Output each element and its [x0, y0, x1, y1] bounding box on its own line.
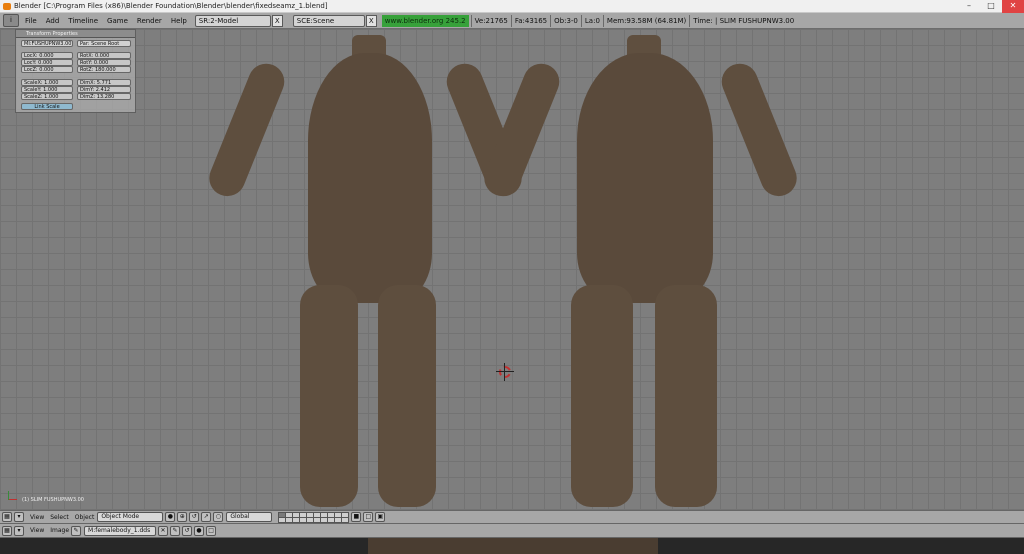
screen-selector: SR:2-Model X: [194, 14, 283, 27]
window-title: Blender [C:\Program Files (x86)\Blender …: [14, 2, 328, 10]
minimize-button[interactable]: –: [958, 0, 980, 13]
stat-objects: Ob:3-0: [550, 14, 581, 27]
panel-title[interactable]: Transform Properties: [16, 30, 135, 38]
rotx-field[interactable]: RotX: 0.000: [77, 52, 131, 59]
info-header: i File Add Timeline Game Render Help SR:…: [0, 13, 1024, 29]
scene-delete-button[interactable]: X: [365, 14, 377, 27]
menu-game[interactable]: Game: [107, 17, 128, 25]
scene-selector: SCE:Scene X: [292, 14, 377, 27]
active-object-label: (1) SLIM FUSHUPNW3.00: [22, 497, 84, 503]
mesh-figure-left[interactable]: [203, 35, 528, 510]
menu-help[interactable]: Help: [171, 17, 187, 25]
link-scale-button[interactable]: Link Scale: [21, 103, 73, 110]
menu-image[interactable]: Image: [50, 527, 69, 534]
blender-url-badge[interactable]: www.blender.org 245.2: [381, 14, 469, 27]
figure-torso: [577, 53, 713, 303]
menu-view[interactable]: View: [30, 514, 44, 521]
menu-timeline[interactable]: Timeline: [68, 17, 98, 25]
axis-gizmo-icon: [6, 490, 18, 502]
window-controls: – □ ✕: [958, 0, 1024, 13]
window-titlebar: Blender [C:\Program Files (x86)\Blender …: [0, 0, 1024, 13]
pivot-icon[interactable]: ⊕: [177, 512, 188, 522]
object-name-field[interactable]: MI:FUSHUPNW3.00: [21, 40, 73, 47]
stat-memory: Mem:93.58M (64.81M): [602, 14, 689, 27]
translate-icon[interactable]: ↗: [201, 512, 212, 522]
figure-leg-left: [571, 285, 633, 507]
blender-app-icon: [3, 3, 11, 10]
menu-add[interactable]: Add: [46, 17, 60, 25]
sync-icon[interactable]: ↺: [182, 525, 193, 536]
image-editor-header: ▦ ▾ View Image ✎ M:femalebody_1.dds ✕ ✎ …: [0, 524, 1024, 538]
roty-field[interactable]: RotY: 0.000: [77, 59, 131, 66]
scene-stats: Ve:21765 Fa:43165 Ob:3-0 La:0 Mem:93.58M…: [470, 14, 798, 27]
lock-icon[interactable]: ■: [351, 512, 362, 522]
main-menu: File Add Timeline Game Render Help: [25, 17, 187, 25]
figure-leg-left: [300, 285, 358, 507]
figure-torso: [308, 53, 432, 303]
parent-field[interactable]: Par: Scene Root: [77, 40, 131, 47]
3d-viewport[interactable]: Transform Properties MI:FUSHUPNW3.00 Par…: [0, 29, 1024, 510]
image-browse-dropdown[interactable]: M:femalebody_1.dds: [84, 525, 157, 536]
maximize-button[interactable]: □: [980, 0, 1002, 13]
stat-faces: Fa:43165: [510, 14, 550, 27]
menu-select[interactable]: Select: [50, 514, 69, 521]
record-icon[interactable]: ●: [194, 525, 205, 536]
scaley-field[interactable]: ScaleY: 1.000: [21, 86, 73, 93]
layer-buttons[interactable]: [278, 511, 350, 523]
image-delete-icon[interactable]: ✕: [158, 525, 169, 536]
texture-preview: [368, 538, 658, 554]
stat-vertices: Ve:21765: [470, 14, 511, 27]
menu-object[interactable]: Object: [75, 514, 95, 521]
figure-arm-left: [203, 58, 290, 202]
collapse-menus-icon[interactable]: ▾: [14, 525, 24, 536]
stat-lamps: La:0: [580, 14, 603, 27]
screen-dropdown[interactable]: SR:2-Model: [194, 14, 271, 27]
render-preview-icon[interactable]: □: [363, 512, 374, 522]
manipulator-icon[interactable]: ↺: [189, 512, 200, 522]
mesh-figure-right[interactable]: [478, 35, 803, 510]
screenshot-icon[interactable]: ▣: [375, 512, 386, 522]
locx-field[interactable]: LocX: 0.000: [21, 52, 73, 59]
rotate-icon[interactable]: ○: [213, 512, 224, 522]
view-icon[interactable]: □: [206, 525, 217, 536]
3d-cursor-icon: [496, 363, 514, 381]
menu-view[interactable]: View: [30, 527, 44, 534]
menu-file[interactable]: File: [25, 17, 37, 25]
rotz-field[interactable]: RotZ: 180.000: [77, 66, 131, 73]
draw-type-icon[interactable]: ●: [165, 512, 176, 522]
figure-leg-right: [378, 285, 436, 507]
collapse-menus-icon[interactable]: ▾: [14, 512, 24, 522]
transform-properties-panel[interactable]: Transform Properties MI:FUSHUPNW3.00 Par…: [15, 29, 136, 113]
stat-time: Time: | SLIM FUSHUPNW3.00: [689, 14, 797, 27]
screen-delete-button[interactable]: X: [271, 14, 283, 27]
image-editor-area[interactable]: [0, 538, 1024, 554]
close-window-button[interactable]: ✕: [1002, 0, 1024, 13]
mode-dropdown[interactable]: Object Mode: [97, 512, 164, 522]
orientation-dropdown[interactable]: Global: [226, 512, 273, 522]
figure-leg-right: [655, 285, 717, 507]
dimy-field[interactable]: DimY: 2.412: [77, 86, 131, 93]
figure-arm-right: [716, 58, 803, 202]
scalez-field[interactable]: ScaleZ: 1.000: [21, 93, 73, 100]
editor-type-3d-button[interactable]: ▦: [2, 512, 12, 522]
scalex-field[interactable]: ScaleX: 1.000: [21, 79, 73, 86]
dimz-field[interactable]: DimZ: 13.280: [77, 93, 131, 100]
editor-type-image-button[interactable]: ▦: [2, 525, 12, 536]
paint-icon[interactable]: ✎: [170, 525, 181, 536]
3d-view-header: ▦ ▾ View Select Object Object Mode ● ⊕ ↺…: [0, 510, 1024, 524]
editor-type-button[interactable]: i: [3, 14, 19, 27]
scene-dropdown[interactable]: SCE:Scene: [292, 14, 365, 27]
locy-field[interactable]: LocY: 0.000: [21, 59, 73, 66]
dimx-field[interactable]: DimX: 5.771: [77, 79, 131, 86]
locz-field[interactable]: LocZ: 0.000: [21, 66, 73, 73]
menu-render[interactable]: Render: [137, 17, 162, 25]
pin-icon[interactable]: ✎: [71, 525, 82, 536]
